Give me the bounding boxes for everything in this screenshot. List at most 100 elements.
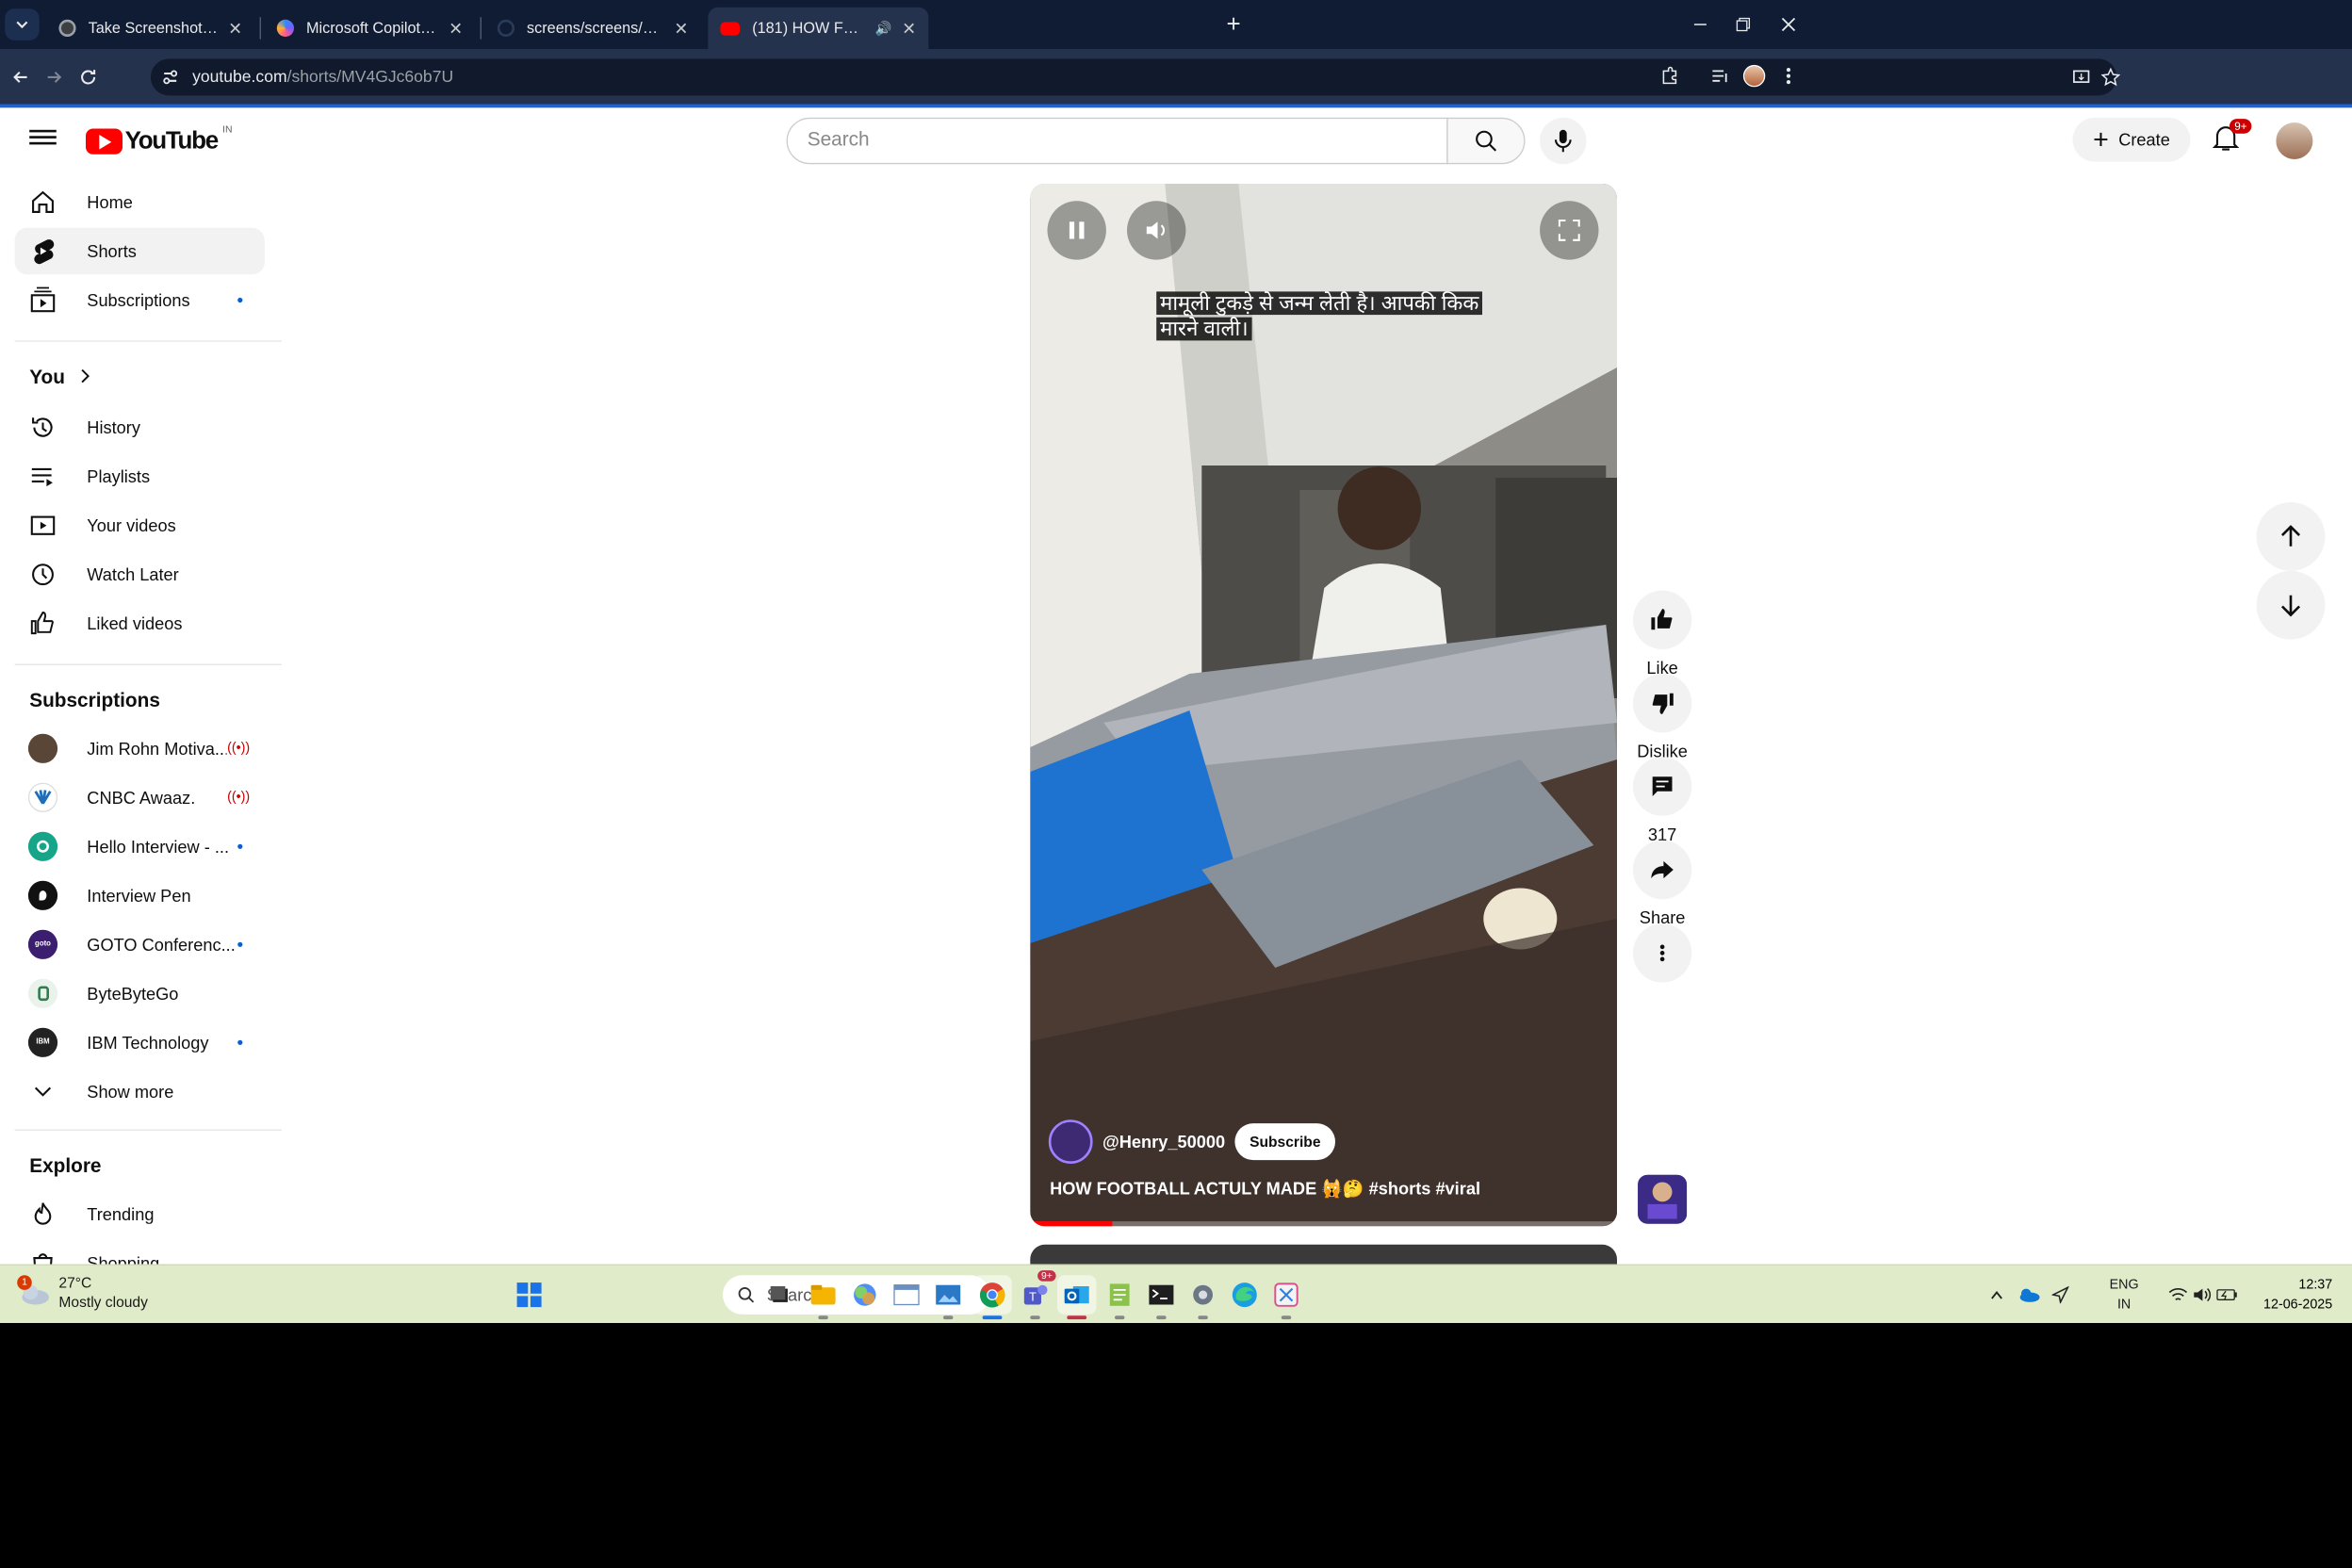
generic-window-icon[interactable] [887, 1275, 926, 1315]
subscription-channel[interactable]: Jim Rohn Motiva... ((•)) [15, 726, 265, 772]
sidebar-item-watch-later[interactable]: Watch Later [15, 551, 265, 597]
subscription-channel[interactable]: goto GOTO Conferenc... [15, 922, 265, 968]
sidebar-item-subscriptions[interactable]: Subscriptions [15, 277, 265, 323]
close-window-button[interactable] [1764, 8, 1813, 41]
share-button[interactable]: Share [1632, 840, 1692, 927]
next-short-button[interactable] [2256, 570, 2326, 640]
battery-icon[interactable] [2214, 1282, 2239, 1307]
subscription-channel[interactable]: IBM IBM Technology [15, 1020, 265, 1066]
clock[interactable]: 12:37 12-06-2025 [2254, 1275, 2332, 1315]
bookmark-star-icon[interactable] [2098, 64, 2125, 91]
close-icon[interactable]: ✕ [228, 18, 242, 39]
teams-icon[interactable]: T 9+ [1016, 1270, 1056, 1320]
live-icon: ((•)) [227, 790, 251, 806]
site-info-icon[interactable] [160, 68, 180, 88]
like-button[interactable]: Like [1632, 590, 1692, 678]
settings-icon[interactable] [1184, 1275, 1223, 1320]
channel-avatar[interactable] [1048, 1119, 1093, 1164]
snipping-tool-icon[interactable] [1266, 1275, 1306, 1320]
fullscreen-button[interactable] [1540, 201, 1599, 260]
shorts-video-player[interactable]: मामूली टुकड़े से जन्म लेती है। आपकी किक … [1030, 184, 1617, 1227]
onedrive-icon[interactable] [2017, 1282, 2041, 1307]
sidebar-item-liked-videos[interactable]: Liked videos [15, 600, 265, 646]
browser-window: Take Screenshot in GCC ✕ Microsoft Copil… [0, 0, 2352, 1323]
voice-search-button[interactable] [1540, 117, 1587, 165]
sidebar-item-trending[interactable]: Trending [15, 1191, 265, 1237]
sidebar-item-shopping[interactable]: Shopping [15, 1240, 265, 1265]
edge-icon[interactable] [1225, 1275, 1265, 1315]
tab-take-screenshot[interactable]: Take Screenshot in GCC ✕ [46, 8, 254, 49]
location-icon[interactable] [2049, 1282, 2073, 1307]
search-input[interactable]: Search [786, 117, 1448, 165]
subscription-channel[interactable]: CNBC Awaaz. ((•)) [15, 775, 265, 821]
sidebar-item-your-videos[interactable]: Your videos [15, 502, 265, 548]
media-control-icon[interactable] [1707, 62, 1734, 90]
address-bar[interactable]: youtube.com/shorts/MV4GJc6ob7U [150, 58, 2121, 96]
sidebar-item-shorts[interactable]: Shorts [14, 227, 265, 275]
tab-youtube-active[interactable]: (181) HOW FOOTBALL ACTULY MADE 🔊 ✕ [708, 7, 929, 50]
install-app-icon[interactable] [2067, 64, 2095, 91]
youtube-logo[interactable]: YouTube IN [86, 123, 232, 155]
video-title[interactable]: HOW FOOTBALL ACTULY MADE 🙀🤔 #shorts #vir… [1050, 1179, 1480, 1200]
subscription-channel[interactable]: ByteByteGo [15, 971, 265, 1017]
account-avatar[interactable] [2276, 122, 2313, 159]
more-actions-button[interactable] [1632, 923, 1692, 983]
outlook-icon[interactable] [1056, 1275, 1097, 1320]
close-icon[interactable]: ✕ [674, 18, 688, 39]
progress-bar[interactable] [1030, 1221, 1617, 1227]
next-video-preview[interactable] [1030, 1244, 1617, 1265]
task-view-icon[interactable] [760, 1275, 800, 1315]
tab-search-button[interactable] [5, 8, 40, 41]
back-button[interactable] [5, 61, 37, 93]
minimize-button[interactable] [1675, 8, 1724, 41]
close-icon[interactable]: ✕ [449, 18, 463, 39]
sound-thumbnail[interactable] [1638, 1174, 1688, 1224]
previous-short-button[interactable] [2256, 502, 2326, 571]
pause-button[interactable] [1047, 201, 1106, 260]
chrome-icon[interactable] [972, 1275, 1012, 1320]
dislike-button[interactable]: Dislike [1632, 674, 1692, 760]
restore-button[interactable] [1719, 8, 1768, 41]
subscription-channel[interactable]: Hello Interview - ... [15, 824, 265, 870]
start-button[interactable] [510, 1275, 549, 1315]
notifications-button[interactable]: 9+ [2212, 119, 2252, 155]
logo-wordmark: YouTube [124, 127, 220, 155]
new-tab-button[interactable]: + [1219, 11, 1249, 41]
language-indicator[interactable]: ENG IN [2110, 1275, 2139, 1315]
url-path: /shorts/MV4GJc6ob7U [286, 67, 454, 87]
notepad-icon[interactable] [1100, 1275, 1139, 1320]
sidebar-item-history[interactable]: History [15, 404, 265, 450]
file-explorer-icon[interactable] [804, 1275, 843, 1320]
speaker-icon[interactable]: 🔊 [875, 20, 892, 37]
subscription-channel[interactable]: Interview Pen [15, 873, 265, 919]
close-icon[interactable]: ✕ [902, 18, 916, 39]
kebab-menu-icon[interactable] [1775, 62, 1803, 90]
photos-icon[interactable] [928, 1275, 968, 1320]
wifi-icon[interactable] [2165, 1282, 2190, 1307]
volume-button[interactable] [1127, 201, 1186, 260]
shorts-icon [28, 237, 57, 266]
comments-button[interactable]: 317 [1632, 757, 1692, 844]
tab-screens[interactable]: screens/screens/2025-06-12_0 ✕ [485, 8, 701, 49]
tab-copilot[interactable]: Microsoft Copilot: Your AI companion ✕ [265, 8, 476, 49]
sidebar-item-home[interactable]: Home [15, 179, 265, 225]
sidebar-item-playlists[interactable]: Playlists [15, 453, 265, 499]
sidebar-divider [14, 1129, 282, 1131]
forward-button[interactable] [38, 61, 70, 93]
subscribe-button[interactable]: Subscribe [1234, 1123, 1336, 1161]
terminal-icon[interactable] [1142, 1275, 1182, 1320]
menu-icon[interactable] [29, 126, 57, 151]
show-more-button[interactable]: Show more [15, 1069, 265, 1115]
profile-avatar[interactable] [1740, 62, 1768, 90]
search-button[interactable] [1446, 117, 1526, 165]
chevron-up-icon[interactable] [1984, 1282, 2009, 1307]
weather-widget[interactable]: 1 27°C Mostly cloudy [17, 1273, 148, 1313]
trending-icon [28, 1200, 57, 1229]
channel-name[interactable]: @Henry_50000 [1102, 1132, 1225, 1152]
reload-button[interactable] [73, 61, 105, 93]
copilot-app-icon[interactable] [845, 1275, 885, 1315]
create-button[interactable]: + Create [2072, 117, 2191, 162]
extensions-icon[interactable] [1657, 62, 1684, 90]
volume-icon[interactable] [2190, 1282, 2214, 1307]
sidebar-you-header[interactable]: You [15, 355, 265, 401]
